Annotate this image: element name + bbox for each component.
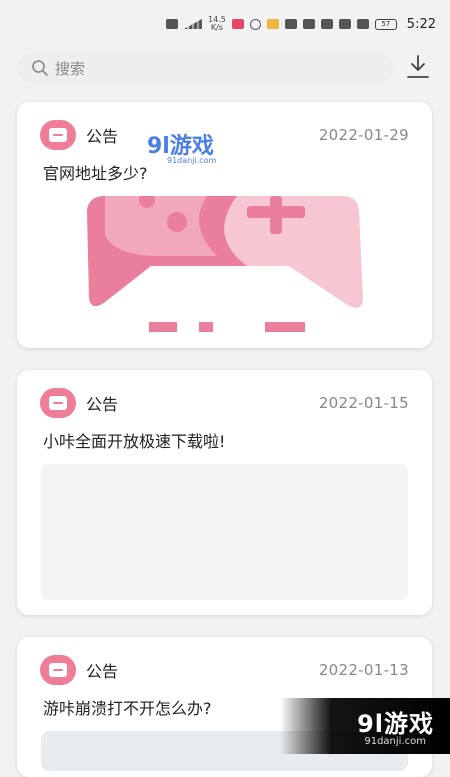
announcement-card[interactable]: 公告 2022-01-29 官网地址多少? 9l游戏 91danji.com xyxy=(17,102,432,348)
card-date: 2022-01-15 xyxy=(318,394,409,412)
watermark-text: 9l游戏 xyxy=(357,710,434,738)
watermark-url: 91danji.com xyxy=(167,156,217,165)
card-date: 2022-01-13 xyxy=(318,661,409,679)
watermark-url: 91danji.com xyxy=(364,736,426,747)
app-notification-icon xyxy=(231,19,244,29)
circle-icon xyxy=(249,18,261,30)
card-header: 公告 2022-01-15 xyxy=(40,388,409,418)
hd-icon xyxy=(165,19,178,29)
card-date: 2022-01-29 xyxy=(318,126,409,144)
card-header: 公告 2022-01-13 xyxy=(40,655,409,685)
card-tag: 公告 xyxy=(86,662,119,681)
alarm-icon xyxy=(320,19,333,29)
search-placeholder: 搜索 xyxy=(55,59,86,78)
search-icon xyxy=(32,60,48,76)
battery-icon: 57 xyxy=(374,18,397,30)
announcement-card[interactable]: 公告 2022-01-15 小咔全面开放极速下载啦! xyxy=(17,370,432,615)
card-header: 公告 2022-01-29 xyxy=(40,120,409,150)
card-tag: 公告 xyxy=(86,395,119,414)
bluetooth-icon xyxy=(338,19,351,29)
card-title: 小咔全面开放极速下载啦! xyxy=(43,432,226,451)
card-image xyxy=(41,464,408,600)
status-bar: 14.5 K/s 57 5:22 xyxy=(0,0,450,48)
search-input[interactable]: 搜索 xyxy=(17,53,393,83)
wifi-icon xyxy=(284,19,297,29)
watermark-overlay: 9l游戏 91danji.com xyxy=(280,698,450,754)
clock: 5:22 xyxy=(406,16,436,32)
card-tag: 公告 xyxy=(86,127,119,146)
network-speed: 14.5 K/s xyxy=(207,15,226,32)
message-icon xyxy=(266,19,279,29)
announcement-icon xyxy=(40,120,76,150)
signal-icon xyxy=(183,19,202,29)
announcement-icon xyxy=(40,388,76,418)
download-icon xyxy=(407,55,429,78)
download-button[interactable] xyxy=(404,52,432,82)
card-title: 游咔崩溃打不开怎么办? xyxy=(43,699,212,718)
nfc-icon xyxy=(302,19,315,29)
gamepad-illustration xyxy=(87,196,363,332)
mute-icon xyxy=(356,19,369,29)
card-title: 官网地址多少? xyxy=(43,164,148,183)
announcement-icon xyxy=(40,655,76,685)
